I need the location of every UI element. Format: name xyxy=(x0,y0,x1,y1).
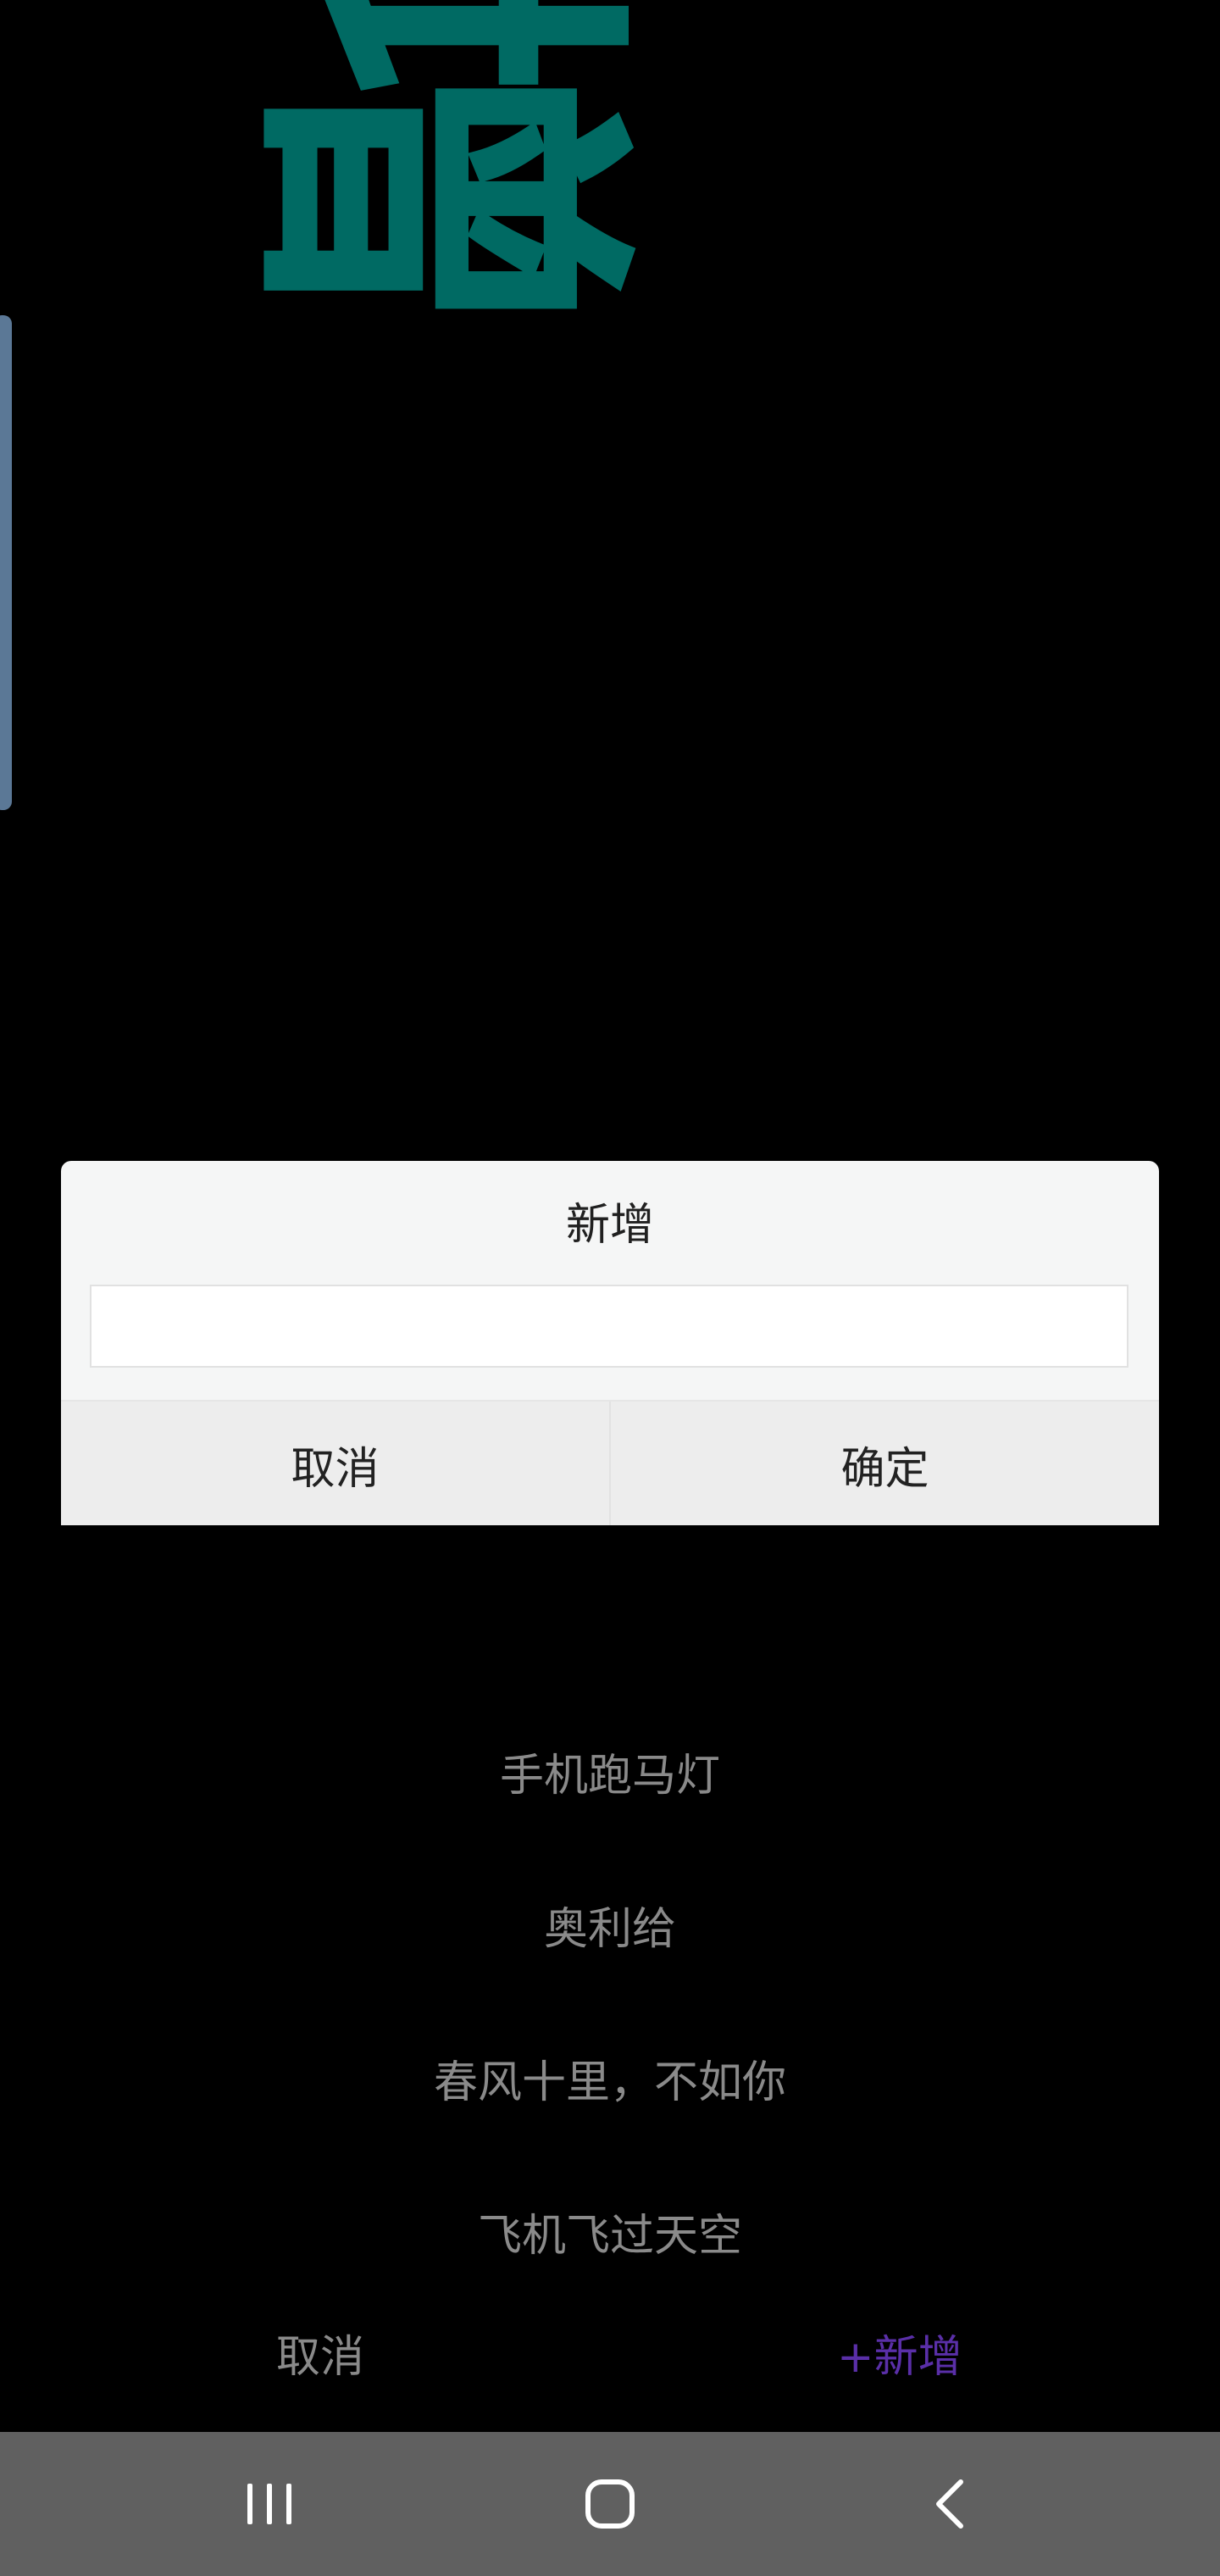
dialog-button-row: 取消 确定 xyxy=(61,1400,1159,1525)
dialog-text-input[interactable] xyxy=(90,1285,1128,1368)
back-icon xyxy=(936,2479,963,2529)
home-icon xyxy=(585,2479,635,2529)
recents-button[interactable] xyxy=(185,2432,354,2576)
edge-panel-handle[interactable] xyxy=(0,315,12,810)
add-dialog: 新增 取消 确定 xyxy=(61,1161,1159,1525)
picker-item[interactable]: 飞机飞过天空 xyxy=(0,2209,1220,2263)
add-button[interactable]: +新增 xyxy=(837,2330,962,2384)
picker-item[interactable]: 手机跑马灯 xyxy=(0,1749,1220,1803)
dialog-title: 新增 xyxy=(565,1200,654,1251)
navigation-bar xyxy=(0,2432,1220,2576)
cancel-button[interactable]: 取消 xyxy=(276,2330,364,2384)
dialog-confirm-button[interactable]: 确定 xyxy=(609,1402,1159,1525)
dialog-cancel-button[interactable]: 取消 xyxy=(61,1402,609,1525)
back-button[interactable] xyxy=(866,2432,1035,2576)
marquee-text: 新增 xyxy=(208,0,661,339)
home-button[interactable] xyxy=(525,2432,695,2576)
marquee-area: 新增 xyxy=(0,0,1220,475)
recents-icon xyxy=(247,2484,291,2524)
picker-item[interactable]: 奥利给 xyxy=(0,1902,1220,1957)
picker-item[interactable]: 春风十里，不如你 xyxy=(0,2056,1220,2110)
